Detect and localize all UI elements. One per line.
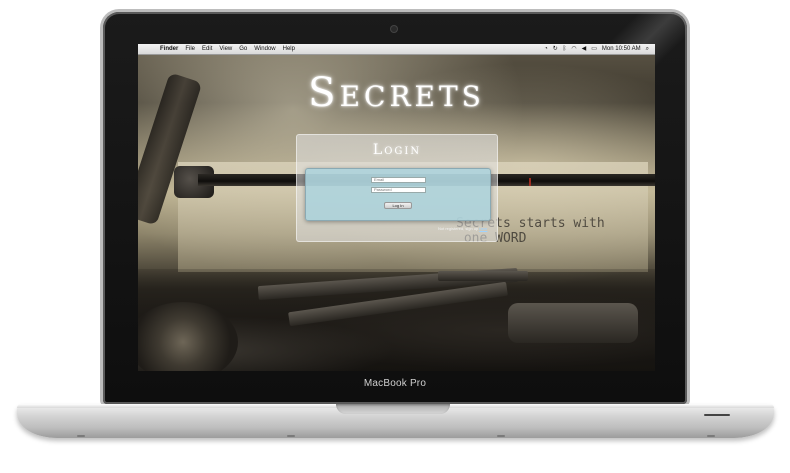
login-button[interactable]: Log In	[384, 202, 412, 209]
register-link[interactable]: here	[479, 226, 487, 231]
sleep-indicator-slot	[704, 414, 730, 416]
device-brand-label: MacBook Pro	[363, 378, 427, 389]
wifi-icon[interactable]: ◠	[571, 44, 576, 54]
app-title: Secrets	[308, 70, 485, 116]
menu-clock[interactable]: Mon 10:50 AM	[602, 44, 641, 54]
time-machine-icon[interactable]: ◔	[544, 44, 548, 54]
login-title: Login	[372, 142, 422, 158]
base-foot	[707, 435, 715, 437]
search-icon[interactable]: ⌕	[646, 44, 649, 54]
battery-icon[interactable]: ▭	[591, 44, 597, 54]
sync-icon[interactable]: ↻	[553, 44, 558, 54]
menu-window[interactable]: Window	[254, 44, 275, 54]
login-form: Log In	[305, 168, 491, 221]
screen: Secrets starts with one WORD Finder File…	[138, 44, 655, 371]
base-foot	[287, 435, 295, 437]
menu-items: Finder File Edit View Go Window Help	[160, 44, 295, 54]
password-field[interactable]	[371, 187, 426, 193]
base-foot	[77, 435, 85, 437]
menu-view[interactable]: View	[219, 44, 232, 54]
bluetooth-icon[interactable]: ᛒ	[563, 44, 567, 54]
menu-status-area: ◔ ↻ ᛒ ◠ ◀ ▭ Mon 10:50 AM ⌕	[544, 44, 649, 54]
menu-help[interactable]: Help	[283, 44, 295, 54]
lid-notch	[336, 404, 450, 414]
background-red-mark	[529, 178, 531, 186]
background-typebar	[438, 271, 528, 281]
background-typebar	[508, 303, 638, 343]
register-prefix: Not registered, sign up	[438, 226, 480, 231]
menu-edit[interactable]: Edit	[202, 44, 212, 54]
menu-go[interactable]: Go	[239, 44, 247, 54]
register-note: Not registered, sign up here	[438, 226, 487, 231]
laptop-base	[17, 404, 774, 438]
mac-menu-bar: Finder File Edit View Go Window Help ◔ ↻…	[138, 44, 655, 55]
menu-finder[interactable]: Finder	[160, 44, 178, 54]
stage: MacBook Pro Secrets starts with one WORD…	[0, 0, 790, 473]
camera-icon	[391, 26, 397, 32]
email-field[interactable]	[371, 177, 426, 183]
base-foot	[497, 435, 505, 437]
volume-icon[interactable]: ◀	[582, 44, 587, 54]
menu-file[interactable]: File	[185, 44, 195, 54]
